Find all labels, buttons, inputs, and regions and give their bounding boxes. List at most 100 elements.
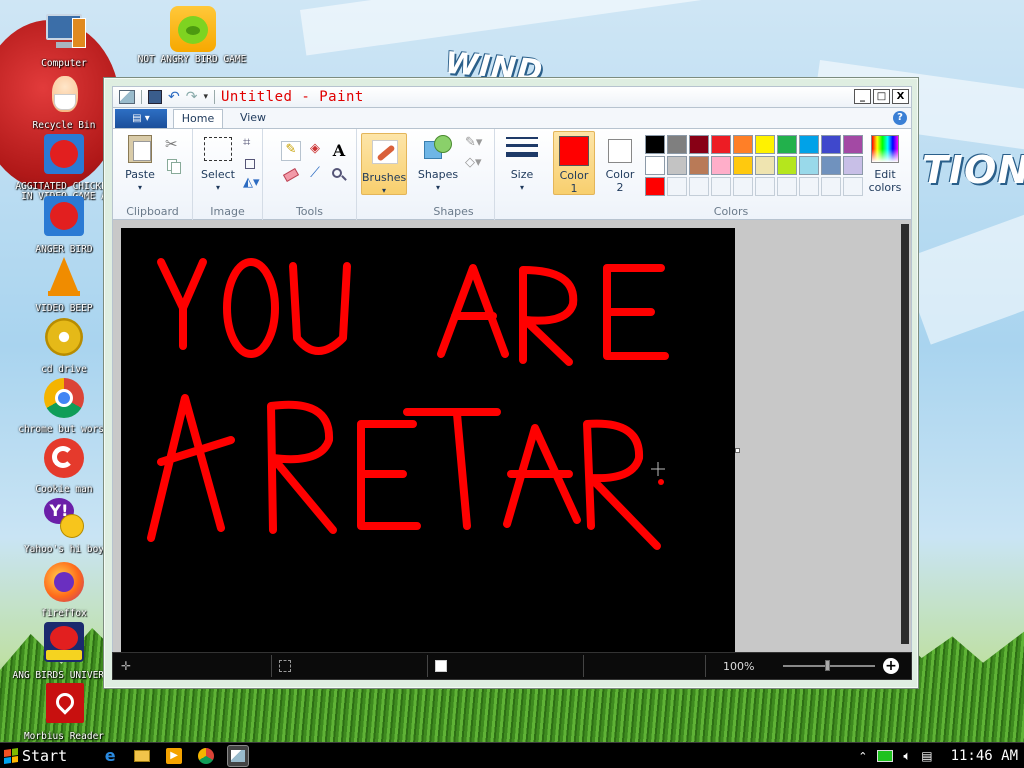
undo-icon[interactable]: ↶ [168,90,180,104]
media-player-icon[interactable]: ▶ [163,745,185,767]
copy-icon[interactable] [165,157,183,175]
fill-bucket-icon[interactable]: ◈ [305,141,325,161]
rotate-icon[interactable]: ◭▾ [243,175,261,193]
outline-icon[interactable]: ✎▾ [465,135,483,153]
color-swatch[interactable] [821,135,841,154]
color-swatch[interactable] [689,135,709,154]
show-hidden-icons-chevron-up-icon[interactable]: ⌃ [858,750,867,763]
pencil-icon[interactable]: ✎ [281,141,301,161]
fill-icon[interactable]: ◇▾ [465,155,483,173]
title-bar[interactable]: ↶ ↷ ▾ Untitled - Paint _ □ X [112,86,912,108]
redo-icon[interactable]: ↷ [186,90,198,104]
paint-taskbar-icon[interactable] [227,744,250,767]
color-swatch[interactable] [755,135,775,154]
clock[interactable]: 11:46 AM [951,748,1018,764]
zoom-slider-thumb[interactable] [825,660,830,671]
color-swatch[interactable] [843,177,863,196]
cursor-dot [658,479,664,485]
color-swatch[interactable] [843,156,863,175]
start-button[interactable]: Start [0,745,73,767]
color-swatch[interactable] [799,156,819,175]
color-swatch[interactable] [645,135,665,154]
desktop-icon-morbius-reader[interactable]: Morbius Reader [8,683,120,742]
tab-home[interactable]: Home [173,109,223,128]
shapes-button[interactable]: Shapes ▾ [415,133,461,194]
color-swatch[interactable] [777,177,797,196]
color-swatch[interactable] [733,135,753,154]
taskbar: Start e ▶ ⌃ 🔈︎ ▤ 11:46 AM [0,742,1024,768]
color-swatch[interactable] [667,177,687,196]
color-swatch[interactable] [733,177,753,196]
color-swatch[interactable] [711,135,731,154]
color-swatch[interactable] [755,177,775,196]
canvas-resize-handle[interactable] [735,448,740,453]
color-swatch[interactable] [711,177,731,196]
close-button[interactable]: X [892,89,909,104]
folder-icon[interactable] [131,745,153,767]
color-swatch[interactable] [799,177,819,196]
volume-icon[interactable]: 🔈︎ [903,749,911,764]
divider [427,655,428,677]
crosshair-cursor-icon [651,462,665,476]
eraser-icon[interactable] [281,165,301,185]
color-swatch[interactable] [645,177,665,196]
color-picker-icon[interactable]: ⟋ [305,165,325,185]
drawing-canvas[interactable] [121,228,735,652]
color2-button[interactable]: Color 2 [599,131,641,195]
internet-explorer-icon[interactable]: e [99,745,121,767]
paint-menu-button[interactable]: ▤ ▾ [115,109,167,128]
zoom-level: 100% [723,660,755,673]
yahoo-messenger-icon: Y! [42,496,86,540]
paste-button[interactable]: Paste ▾ [119,133,161,194]
minimize-button[interactable]: _ [854,89,871,104]
size-label: Size [510,168,534,181]
brushes-button[interactable]: Brushes ▾ [361,133,407,195]
color-swatch[interactable] [821,156,841,175]
maximize-button[interactable]: □ [873,89,890,104]
chevron-down-icon: ▾ [435,183,440,192]
color-swatch[interactable] [843,135,863,154]
save-icon[interactable] [148,90,162,104]
angry-birds-space-icon [42,622,86,666]
color-swatch[interactable] [777,135,797,154]
paste-label: Paste [125,168,155,181]
colors-group: Color 1 Color 2 Edit colors Colors [549,129,913,221]
color-swatch[interactable] [711,156,731,175]
color-swatch[interactable] [821,177,841,196]
edit-colors-button[interactable]: Edit colors [863,133,907,194]
help-icon[interactable]: ? [893,111,907,125]
chrome-icon[interactable] [195,745,217,767]
customize-chevron-down-icon[interactable]: ▾ [203,92,208,102]
battery-icon[interactable] [877,750,894,762]
window-title: Untitled - Paint [221,89,364,105]
network-icon[interactable]: ▤ [921,749,932,763]
color-swatch[interactable] [799,135,819,154]
crop-icon[interactable]: ⌗ [243,135,261,153]
select-button[interactable]: Select ▾ [197,133,239,194]
color1-button[interactable]: Color 1 [553,131,595,195]
color1-label: Color 1 [559,169,589,195]
text-tool-icon[interactable]: A [329,141,349,161]
color-swatch[interactable] [667,135,687,154]
vertical-scrollbar[interactable] [901,224,909,644]
color-swatch[interactable] [755,156,775,175]
color-swatch[interactable] [667,156,687,175]
color-swatch[interactable] [689,177,709,196]
desktop-icon-label: Computer [41,58,87,69]
magnifier-icon[interactable] [329,165,349,185]
resize-icon[interactable] [243,155,261,173]
tab-view[interactable]: View [233,109,273,128]
color-swatch[interactable] [777,156,797,175]
cut-icon[interactable]: ✂ [165,135,183,153]
color-swatch[interactable] [733,156,753,175]
size-button[interactable]: Size ▾ [499,133,545,194]
desktop-icon-computer[interactable]: Computer [8,10,120,69]
zoom-in-icon[interactable]: + [883,658,899,674]
color-swatch[interactable] [645,156,665,175]
paint-app-icon[interactable] [119,90,135,104]
wallpaper-logo-right: TION [922,148,1024,192]
color1-swatch [559,136,589,166]
color-swatch[interactable] [689,156,709,175]
desktop-icon-not-angry-bird-game[interactable]: NOT ANGRY BIRD GAME [136,6,248,65]
shapes-label: Shapes [417,168,459,181]
